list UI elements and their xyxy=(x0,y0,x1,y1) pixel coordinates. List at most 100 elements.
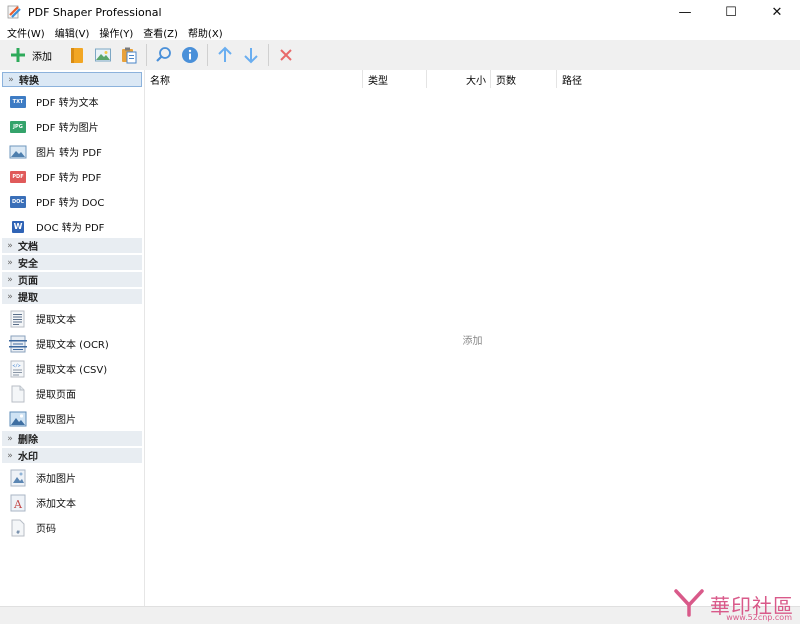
menu-help[interactable]: 帮助(X) xyxy=(183,25,228,40)
doc-file-icon: DOC xyxy=(9,193,27,211)
chevron-right-icon: » xyxy=(7,257,13,268)
move-down-button[interactable] xyxy=(238,43,264,67)
add-button[interactable]: 添加 xyxy=(6,43,64,67)
empty-list-hint[interactable]: 添加 xyxy=(145,332,800,347)
sidebar-item-label: 提取图片 xyxy=(36,415,76,426)
sidebar-item-pdf-to-text[interactable]: TXT PDF 转为文本 xyxy=(0,89,145,114)
pdf-shaper-app-icon xyxy=(7,5,21,19)
toolbar: 添加 xyxy=(0,40,800,70)
sidebar-item-label: 提取页面 xyxy=(36,390,76,401)
group-label: 删除 xyxy=(18,435,38,446)
jpg-file-icon: JPG xyxy=(9,118,27,136)
arrow-down-icon xyxy=(244,48,258,64)
column-header-pages[interactable]: 页数 xyxy=(491,70,557,88)
site-logo-icon xyxy=(674,589,704,617)
group-label: 提取 xyxy=(18,293,38,304)
menu-bar: 文件(W) 编辑(V) 操作(Y) 查看(Z) 帮助(X) xyxy=(0,24,800,40)
group-header-convert[interactable]: » 转换 xyxy=(2,72,142,87)
sidebar-item-label: PDF 转为文本 xyxy=(36,98,99,109)
menu-view[interactable]: 查看(Z) xyxy=(138,25,183,40)
text-watermark-icon: A xyxy=(9,494,27,512)
blank-page-icon xyxy=(9,385,27,403)
toolbar-separator xyxy=(207,44,208,66)
close-icon: ✕ xyxy=(771,4,783,20)
info-button[interactable] xyxy=(177,43,203,67)
column-header-name[interactable]: 名称 xyxy=(145,70,363,88)
chevron-down-icon: » xyxy=(7,291,13,302)
sidebar-item-label: 提取文本 xyxy=(36,315,76,326)
delete-button[interactable] xyxy=(273,43,299,67)
group-header-extract[interactable]: » 提取 xyxy=(2,289,142,304)
group-label: 安全 xyxy=(18,259,38,270)
sidebar-item-label: PDF 转为 DOC xyxy=(36,198,105,209)
delete-icon xyxy=(280,49,292,61)
menu-edit[interactable]: 编辑(V) xyxy=(50,25,95,40)
image-to-pdf-icon xyxy=(9,143,27,161)
search-icon xyxy=(156,47,171,62)
group-header-security[interactable]: » 安全 xyxy=(2,255,142,270)
window-title: PDF Shaper Professional xyxy=(28,5,162,19)
sidebar-item-label: 图片 转为 PDF xyxy=(36,148,102,159)
group-label: 转换 xyxy=(19,76,39,87)
sidebar-item-label: 页码 xyxy=(36,524,56,535)
add-image-button[interactable] xyxy=(90,43,116,67)
column-header-size[interactable]: 大小 xyxy=(427,70,491,88)
add-icon xyxy=(11,48,25,62)
menu-action[interactable]: 操作(Y) xyxy=(94,25,138,40)
sidebar-item-label: 提取文本 (OCR) xyxy=(36,340,109,351)
chevron-right-icon: » xyxy=(7,240,13,251)
txt-file-icon: TXT xyxy=(9,93,27,111)
column-header-path[interactable]: 路径 xyxy=(557,70,800,88)
page-number-icon: # xyxy=(9,519,27,537)
chevron-down-icon: » xyxy=(7,450,13,461)
site-watermark: 華印社區 xyxy=(672,583,794,617)
task-sidebar: » 转换 TXT PDF 转为文本 JPG PDF 转为图片 图片 转为 PDF… xyxy=(0,70,145,606)
sidebar-item-pdf-to-pdf[interactable]: PDF PDF 转为 PDF xyxy=(0,164,145,189)
sidebar-item-page-numbers[interactable]: # 页码 xyxy=(0,515,145,540)
group-header-delete[interactable]: » 删除 xyxy=(2,431,142,446)
group-label: 页面 xyxy=(18,276,38,287)
text-page-icon xyxy=(9,310,27,328)
group-label: 文档 xyxy=(18,242,38,253)
sidebar-item-add-text-watermark[interactable]: A 添加文本 xyxy=(0,490,145,515)
sidebar-item-label: PDF 转为图片 xyxy=(36,123,99,134)
sidebar-item-extract-text-csv[interactable]: </> 提取文本 (CSV) xyxy=(0,356,145,381)
clipboard-icon xyxy=(122,47,137,64)
ocr-page-icon xyxy=(9,335,27,353)
image-watermark-icon xyxy=(9,469,27,487)
group-header-watermark[interactable]: » 水印 xyxy=(2,448,142,463)
sidebar-item-doc-to-pdf[interactable]: W DOC 转为 PDF xyxy=(0,214,145,239)
menu-file[interactable]: 文件(W) xyxy=(2,25,50,40)
group-label: 水印 xyxy=(18,452,38,463)
sidebar-item-extract-text[interactable]: 提取文本 xyxy=(0,306,145,331)
column-header-type[interactable]: 类型 xyxy=(363,70,427,88)
sidebar-item-pdf-to-doc[interactable]: DOC PDF 转为 DOC xyxy=(0,189,145,214)
group-header-pages[interactable]: » 页面 xyxy=(2,272,142,287)
chevron-right-icon: » xyxy=(7,274,13,285)
svg-text:#: # xyxy=(16,530,20,536)
group-header-document[interactable]: » 文档 xyxy=(2,238,142,253)
search-button[interactable] xyxy=(151,43,177,67)
sidebar-item-extract-text-ocr[interactable]: 提取文本 (OCR) xyxy=(0,331,145,356)
move-up-button[interactable] xyxy=(212,43,238,67)
watermark-url: www.52cnp.com xyxy=(726,613,792,622)
sidebar-item-image-to-pdf[interactable]: 图片 转为 PDF xyxy=(0,139,145,164)
chevron-down-icon: » xyxy=(8,74,14,85)
sidebar-item-pdf-to-image[interactable]: JPG PDF 转为图片 xyxy=(0,114,145,139)
arrow-up-icon xyxy=(218,46,232,62)
maximize-button[interactable]: ☐ xyxy=(708,0,754,24)
sidebar-item-extract-pages[interactable]: 提取页面 xyxy=(0,381,145,406)
file-list[interactable]: 名称 类型 大小 页数 路径 添加 xyxy=(145,70,800,606)
window-controls: — ☐ ✕ xyxy=(662,0,800,24)
sidebar-item-extract-images[interactable]: 提取图片 xyxy=(0,406,145,431)
sidebar-item-label: PDF 转为 PDF xyxy=(36,173,102,184)
sidebar-item-add-image-watermark[interactable]: 添加图片 xyxy=(0,465,145,490)
open-folder-button[interactable] xyxy=(64,43,90,67)
pdf-file-icon: PDF xyxy=(9,168,27,186)
close-button[interactable]: ✕ xyxy=(754,0,800,24)
paste-button[interactable] xyxy=(116,43,142,67)
title-bar: PDF Shaper Professional — ☐ ✕ xyxy=(0,0,800,24)
minimize-button[interactable]: — xyxy=(662,0,708,24)
minimize-icon: — xyxy=(678,4,692,20)
picture-icon xyxy=(9,410,27,428)
